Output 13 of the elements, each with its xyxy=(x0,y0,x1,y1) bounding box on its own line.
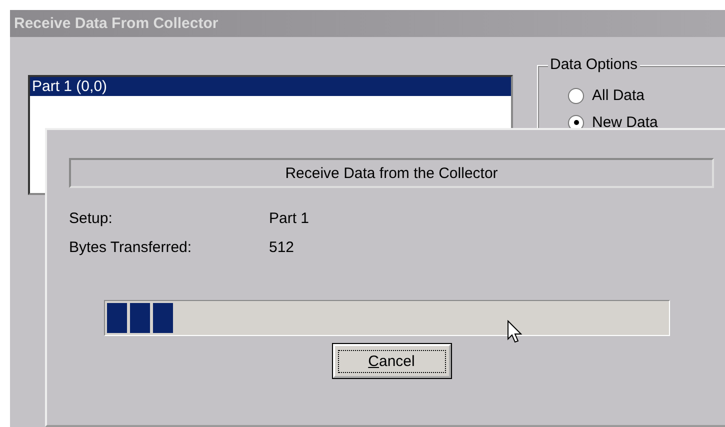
field-label: Bytes Transferred: xyxy=(69,239,193,256)
field-value: 512 xyxy=(269,239,294,256)
dialog-heading: Receive Data from the Collector xyxy=(69,158,714,188)
list-item[interactable]: Part 1 (0,0) xyxy=(30,77,511,96)
field-label: Setup: xyxy=(69,210,114,227)
cancel-button[interactable]: Cancel xyxy=(332,344,450,378)
window-title: Receive Data From Collector xyxy=(14,15,218,32)
group-title: Data Options xyxy=(548,56,640,73)
mouse-pointer-icon xyxy=(507,320,523,344)
radio-label: New Data xyxy=(592,114,658,131)
radio-label: All Data xyxy=(592,87,645,104)
radio-button[interactable] xyxy=(568,88,584,104)
field-value: Part 1 xyxy=(269,210,310,227)
